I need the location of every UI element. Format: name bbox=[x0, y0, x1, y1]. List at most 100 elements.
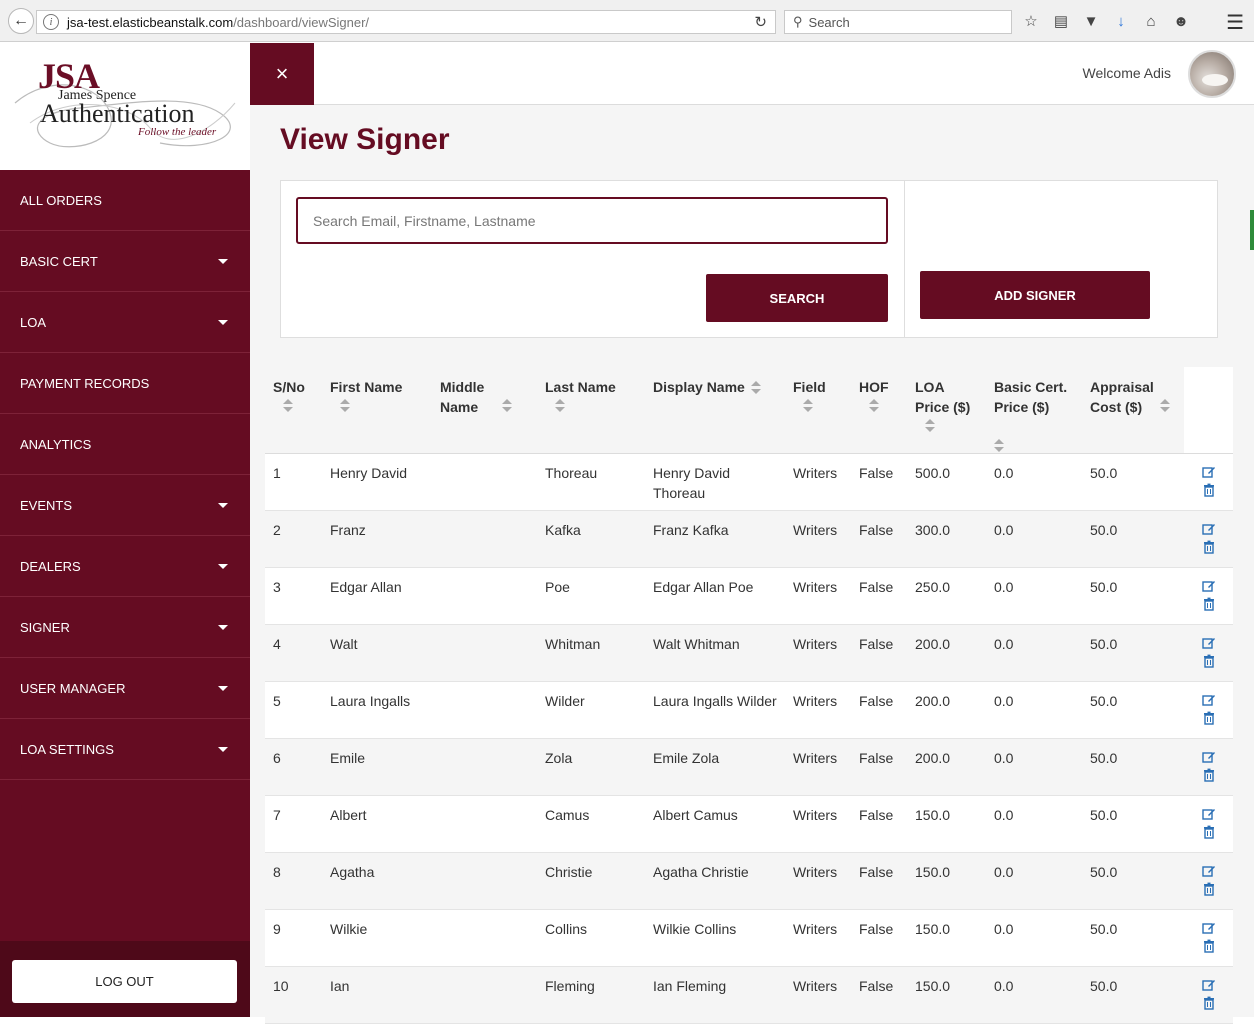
close-sidebar-icon[interactable]: × bbox=[250, 43, 314, 105]
cell-field: Writers bbox=[785, 624, 851, 682]
cell-appraisal-cost: 50.0 bbox=[1082, 624, 1184, 682]
cell-field: Writers bbox=[785, 966, 851, 1024]
trash-icon[interactable] bbox=[1202, 483, 1216, 497]
trash-icon[interactable] bbox=[1202, 768, 1216, 782]
sort-icon[interactable] bbox=[869, 399, 879, 413]
reload-icon[interactable]: ↻ bbox=[754, 13, 767, 31]
column-header-first-name[interactable]: First Name bbox=[322, 367, 432, 454]
logout-button[interactable]: LOG OUT bbox=[12, 960, 237, 1003]
sidebar-item-user-manager[interactable]: USER MANAGER bbox=[0, 658, 250, 719]
search-icon: ⚲ bbox=[793, 14, 803, 29]
cell-sno: 10 bbox=[265, 966, 322, 1024]
edit-icon[interactable] bbox=[1201, 693, 1216, 707]
cell-first-name: Ian bbox=[322, 966, 432, 1024]
sidebar-item-payment-records[interactable]: PAYMENT RECORDS bbox=[0, 353, 250, 414]
search-input[interactable] bbox=[296, 197, 888, 244]
panel-divider bbox=[904, 181, 905, 337]
edit-icon[interactable] bbox=[1201, 465, 1216, 479]
sidebar-item-basic-cert[interactable]: BASIC CERT bbox=[0, 231, 250, 292]
sidebar-item-label: ANALYTICS bbox=[20, 436, 92, 452]
trash-icon[interactable] bbox=[1202, 654, 1216, 668]
scrollbar-edge[interactable] bbox=[1250, 210, 1254, 250]
column-header-basic-cert-price[interactable]: Basic Cert. Price ($) bbox=[986, 367, 1082, 454]
trash-icon[interactable] bbox=[1202, 711, 1216, 725]
cell-basic-cert-price: 0.0 bbox=[986, 567, 1082, 625]
column-header-loa-price[interactable]: LOA Price ($) bbox=[907, 367, 986, 454]
sidebar-item-analytics[interactable]: ANALYTICS bbox=[0, 414, 250, 475]
column-header-middle-name[interactable]: Middle Name bbox=[432, 367, 537, 454]
column-header-label: Field bbox=[793, 379, 826, 395]
info-icon[interactable]: i bbox=[43, 14, 59, 30]
sidebar-item-label: ALL ORDERS bbox=[20, 192, 102, 208]
edit-icon[interactable] bbox=[1201, 579, 1216, 593]
hamburger-menu-icon[interactable]: ☰ bbox=[1226, 10, 1244, 35]
trash-icon[interactable] bbox=[1202, 597, 1216, 611]
column-header-appraisal-cost[interactable]: Appraisal Cost ($) bbox=[1082, 367, 1184, 454]
column-header-display-name[interactable]: Display Name bbox=[645, 367, 785, 454]
sort-icon[interactable] bbox=[750, 381, 761, 395]
sidebar-item-signer[interactable]: SIGNER bbox=[0, 597, 250, 658]
url-path: /dashboard/viewSigner/ bbox=[233, 14, 370, 30]
bookmark-star-icon[interactable]: ☆ bbox=[1020, 10, 1042, 32]
pocket-icon[interactable]: ▼ bbox=[1080, 10, 1102, 32]
address-bar[interactable]: i jsa-test.elasticbeanstalk.com/dashboar… bbox=[36, 10, 776, 34]
browser-search-box[interactable]: ⚲ Search bbox=[784, 10, 1012, 34]
edit-icon[interactable] bbox=[1201, 636, 1216, 650]
sort-icon[interactable] bbox=[925, 419, 935, 433]
sort-icon[interactable] bbox=[803, 399, 813, 413]
sort-icon[interactable] bbox=[340, 399, 350, 413]
column-header-sno[interactable]: S/No bbox=[265, 367, 322, 454]
avatar[interactable] bbox=[1188, 50, 1236, 98]
caret-down-icon bbox=[218, 563, 228, 569]
column-header-field[interactable]: Field bbox=[785, 367, 851, 454]
cell-appraisal-cost: 50.0 bbox=[1082, 738, 1184, 796]
edit-icon[interactable] bbox=[1201, 921, 1216, 935]
chat-icon[interactable]: ☻ bbox=[1170, 10, 1192, 32]
search-button[interactable]: SEARCH bbox=[706, 274, 888, 322]
trash-icon[interactable] bbox=[1202, 996, 1216, 1010]
column-header-label: Appraisal Cost ($) bbox=[1090, 379, 1154, 415]
edit-icon[interactable] bbox=[1201, 807, 1216, 821]
download-icon[interactable]: ↓ bbox=[1110, 10, 1132, 32]
sidebar-item-all-orders[interactable]: ALL ORDERS bbox=[0, 170, 250, 231]
sort-icon[interactable] bbox=[555, 399, 565, 413]
edit-icon[interactable] bbox=[1201, 864, 1216, 878]
sidebar-item-label: USER MANAGER bbox=[20, 680, 126, 696]
edit-icon[interactable] bbox=[1201, 978, 1216, 992]
browser-toolbar: ← i jsa-test.elasticbeanstalk.com/dashbo… bbox=[0, 0, 1254, 42]
cell-appraisal-cost: 50.0 bbox=[1082, 453, 1184, 511]
sort-icon[interactable] bbox=[283, 399, 293, 413]
column-header-hof[interactable]: HOF bbox=[851, 367, 907, 454]
sort-icon[interactable] bbox=[502, 399, 512, 413]
sidebar-item-loa-settings[interactable]: LOA SETTINGS bbox=[0, 719, 250, 780]
cell-last-name: Whitman bbox=[537, 624, 645, 682]
cell-loa-price: 200.0 bbox=[907, 681, 986, 739]
sidebar-item-loa[interactable]: LOA bbox=[0, 292, 250, 353]
caret-down-icon bbox=[218, 624, 228, 630]
cell-first-name: Albert bbox=[322, 795, 432, 853]
cell-hof: False bbox=[851, 795, 907, 853]
cell-field: Writers bbox=[785, 909, 851, 967]
edit-icon[interactable] bbox=[1201, 750, 1216, 764]
cell-last-name: Camus bbox=[537, 795, 645, 853]
sidebar-item-dealers[interactable]: DEALERS bbox=[0, 536, 250, 597]
add-signer-button[interactable]: ADD SIGNER bbox=[920, 271, 1150, 319]
trash-icon[interactable] bbox=[1202, 882, 1216, 896]
trash-icon[interactable] bbox=[1202, 825, 1216, 839]
trash-icon[interactable] bbox=[1202, 939, 1216, 953]
home-icon[interactable]: ⌂ bbox=[1140, 10, 1162, 32]
reading-list-icon[interactable]: ▤ bbox=[1050, 10, 1072, 32]
back-arrow-icon[interactable]: ← bbox=[8, 8, 34, 34]
table-row: 2 Franz Kafka Franz Kafka Writers False 300.0 0… bbox=[265, 510, 1233, 568]
column-header-last-name[interactable]: Last Name bbox=[537, 367, 645, 454]
sidebar-item-events[interactable]: EVENTS bbox=[0, 475, 250, 536]
logo[interactable]: JSA James Spence Authentication Follow t… bbox=[0, 43, 250, 170]
cell-basic-cert-price: 0.0 bbox=[986, 795, 1082, 853]
sort-icon[interactable] bbox=[994, 439, 1004, 453]
signer-table-container: S/No First Name Middle Name Last Name Di… bbox=[265, 367, 1233, 1024]
edit-icon[interactable] bbox=[1201, 522, 1216, 536]
logo-tagline: Follow the leader bbox=[138, 126, 217, 138]
sort-icon[interactable] bbox=[1160, 399, 1170, 413]
cell-sno: 9 bbox=[265, 909, 322, 967]
trash-icon[interactable] bbox=[1202, 540, 1216, 554]
